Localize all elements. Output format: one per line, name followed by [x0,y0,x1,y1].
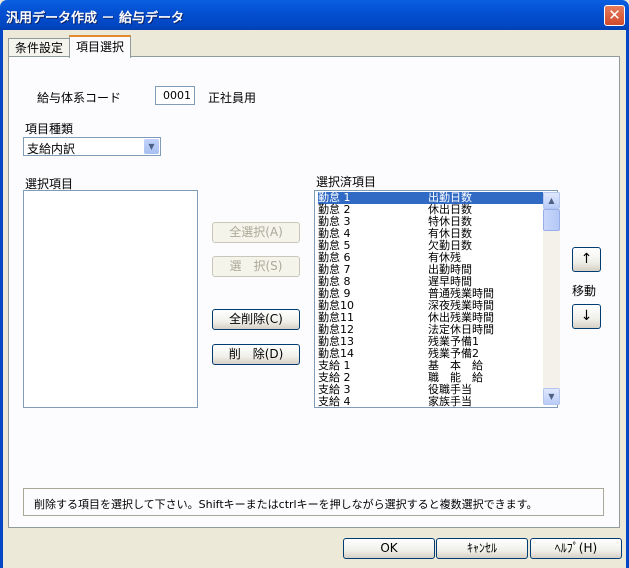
selected-items-rows: 勤怠 1 出勤日数 勤怠 2 休出日数 勤怠 3 特休日数 勤怠 4 有休日数 勤怠 5 欠勤日数… [318,192,544,408]
move-down-button[interactable]: ↓ [572,304,601,329]
selected-items-label: 選択済項目 [316,175,377,189]
title-bar: 汎用データ作成 － 給与データ ✕ [0,0,629,30]
select-button[interactable]: 選 択(S) [212,256,300,277]
item-type-select[interactable]: 支給内訳 ▼ [23,137,161,156]
close-icon: ✕ [608,6,621,24]
move-up-button[interactable]: ↑ [572,247,601,272]
item-type-label: 項目種類 [25,122,74,136]
delete-button[interactable]: 削 除(D) [212,344,300,365]
tab-item-selection[interactable]: 項目選択 [69,35,132,58]
chevron-up-icon[interactable]: ▲ [543,192,560,209]
chevron-down-icon[interactable]: ▼ [144,139,159,154]
selected-items-list[interactable]: 勤怠 1 出勤日数 勤怠 2 休出日数 勤怠 3 特休日数 勤怠 4 有休日数 勤怠 5 欠勤日数… [314,190,560,408]
chevron-down-icon[interactable]: ▼ [543,388,560,405]
window-title: 汎用データ作成 － 給与データ [6,11,185,26]
close-button[interactable]: ✕ [604,5,625,26]
pay-code-name: 正社員用 [208,91,257,105]
status-message-box: 削除する項目を選択して下さい。Shiftキーまたはctrlキーを押しながら選択す… [23,488,604,516]
window-frame-left [0,30,3,568]
select-all-button[interactable]: 全選択(A) [212,222,300,243]
scrollbar-thumb[interactable] [543,209,560,231]
move-label: 移動 [572,284,597,298]
help-button[interactable]: ﾍﾙﾌﾟ(H) [530,538,622,559]
status-message: 削除する項目を選択して下さい。Shiftキーまたはctrlキーを押しながら選択す… [34,498,538,511]
selected-items-scrollbar[interactable]: ▲ ▼ [543,192,560,405]
delete-all-button[interactable]: 全削除(C) [212,309,300,330]
pay-code-field[interactable]: 0001 [155,86,195,105]
list-item-code: 支給 4 [318,395,351,408]
ok-button[interactable]: OK [343,538,435,559]
tab-conditions[interactable]: 条件設定 [8,38,71,57]
cancel-button[interactable]: ｷｬﾝｾﾙ [436,538,528,559]
pay-code-label: 給与体系コード [37,91,122,105]
list-item-name: 家族手当 [428,395,472,408]
available-items-list[interactable] [23,190,198,408]
list-item[interactable]: 支給 4 家族手当 [318,396,544,408]
item-type-value: 支給内訳 [27,142,76,156]
